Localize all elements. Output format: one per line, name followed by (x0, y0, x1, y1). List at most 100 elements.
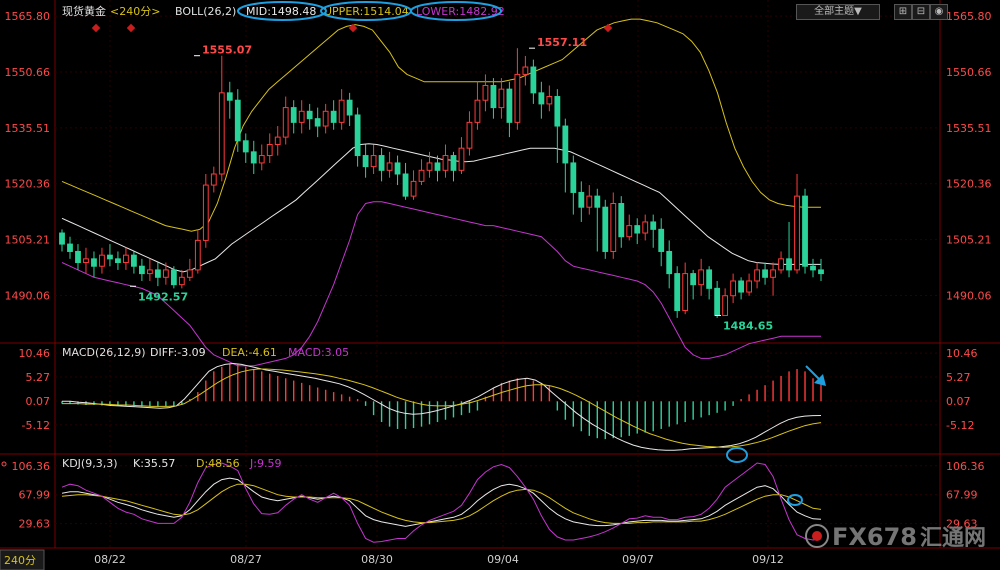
price-axis-tick-left: 1490.06 (5, 290, 51, 303)
split-button[interactable]: ⊟ (912, 4, 930, 20)
kdj-axis-tick-left: 67.99 (19, 489, 51, 502)
candle-down (306, 110, 313, 120)
candle-up (178, 276, 185, 286)
candle-up (730, 280, 737, 297)
price-axis-tick-left: 1565.80 (5, 10, 51, 23)
layout-button[interactable]: ⊞ (894, 4, 912, 20)
kdj-indicator-dot (1, 461, 7, 467)
candle-up (754, 269, 760, 282)
kdj-k-value: K:35.57 (133, 457, 175, 470)
x-tick-label: 09/07 (622, 553, 654, 566)
kdj-j-value: J:9.59 (249, 457, 281, 470)
candle-up (698, 269, 705, 286)
theme-dropdown-button[interactable]: 全部主题▼ (796, 4, 880, 20)
candle-up (370, 155, 377, 168)
candle-up (746, 280, 752, 293)
price-annotation: 1555.07 (202, 44, 252, 57)
candle-down (802, 195, 808, 267)
macd-axis-tick-right: 5.27 (946, 371, 971, 384)
candle-down (170, 269, 177, 286)
candle-down (330, 110, 337, 123)
candle-down (618, 203, 625, 238)
macd-diff-line (62, 362, 822, 451)
candle-down (762, 269, 768, 278)
candle-up (682, 273, 689, 311)
x-tick-label: 09/04 (487, 553, 519, 566)
candle-up (99, 254, 105, 267)
period-tag[interactable]: 240分 (4, 554, 36, 567)
candle-up (322, 110, 329, 127)
candle-up (338, 99, 345, 123)
candle-up (194, 239, 201, 271)
macd-axis-tick-left: -5.12 (22, 419, 50, 432)
candle-down (578, 191, 585, 208)
price-axis-tick-left: 1520.36 (5, 178, 51, 191)
macd-diff-value: DIFF:-3.09 (150, 346, 206, 359)
candle-down (115, 258, 121, 264)
kdj-d-line (61, 483, 822, 524)
candle-down (554, 96, 561, 127)
macd-axis-tick-left: 5.27 (26, 371, 51, 384)
candle-down (562, 125, 569, 164)
kdj-d-value: D:48.56 (196, 457, 240, 470)
candle-down (714, 287, 721, 316)
price-axis-tick-right: 1505.21 (946, 234, 992, 247)
candle-up (218, 92, 225, 175)
candle-up (426, 162, 433, 171)
candle-up (386, 162, 393, 171)
candle-down (107, 254, 113, 260)
candle-up (123, 254, 129, 264)
watermark-cn: 汇通网 (920, 526, 986, 551)
boll-upper-line (61, 18, 821, 232)
candle-up (546, 96, 553, 105)
watermark-logo: FX678 汇通网 (805, 523, 986, 551)
candle-up (282, 107, 289, 138)
candle-up (83, 258, 89, 264)
price-axis-tick-right: 1535.51 (946, 122, 992, 135)
candle-up (466, 121, 473, 149)
candle-up (210, 173, 217, 186)
macd-axis-tick-left: 0.07 (26, 395, 51, 408)
kdj-axis-tick-right: 67.99 (946, 489, 978, 502)
candle-down (75, 250, 81, 264)
candle-down (658, 228, 665, 252)
price-axis-tick-right: 1520.36 (946, 178, 992, 191)
candle-down (450, 155, 457, 171)
boll-label: BOLL(26,2) (175, 5, 236, 18)
candle-down (490, 84, 497, 109)
boll-upper-value: UPPER:1514.04 (324, 5, 409, 18)
period-label: <240分> (110, 5, 160, 18)
price-annotation: 1557.11 (537, 36, 587, 49)
candle-down (226, 92, 233, 101)
candle-down (706, 269, 713, 289)
macd-axis-tick-right: 10.46 (946, 347, 978, 360)
candle-down (818, 269, 824, 275)
macd-dea-value: DEA:-4.61 (222, 346, 277, 359)
candle-down (810, 265, 816, 271)
candle-down (378, 155, 385, 171)
price-axis-tick-left: 1535.51 (5, 122, 51, 135)
candle-up (642, 221, 649, 234)
macd-axis-tick-right: -5.12 (946, 419, 974, 432)
candle-down (394, 162, 401, 175)
price-axis-tick-right: 1550.66 (946, 66, 992, 79)
price-axis-tick-right: 1490.06 (946, 290, 992, 303)
event-markers (91, 23, 613, 33)
candle-up (482, 84, 489, 101)
chart-window: 1555.07 1492.57 1557.11 1484.65 1565.80 1565… (0, 0, 1000, 570)
kdj-axis-tick-right: 106.36 (946, 460, 985, 473)
candle-down (354, 114, 361, 157)
candle-up (258, 155, 265, 164)
price-axis-tick-right: 1565.80 (946, 10, 992, 23)
settings-button[interactable]: ◉ (930, 4, 948, 20)
candle-down (346, 99, 353, 116)
candle-up (474, 99, 481, 123)
candle-down (234, 99, 241, 142)
candle-up (498, 88, 505, 109)
candle-up (458, 147, 465, 171)
candle-down (242, 140, 249, 153)
candle-down (402, 173, 409, 197)
candle-down (530, 66, 537, 94)
watermark-brand: FX678 (832, 523, 917, 551)
candle-down (434, 162, 441, 171)
